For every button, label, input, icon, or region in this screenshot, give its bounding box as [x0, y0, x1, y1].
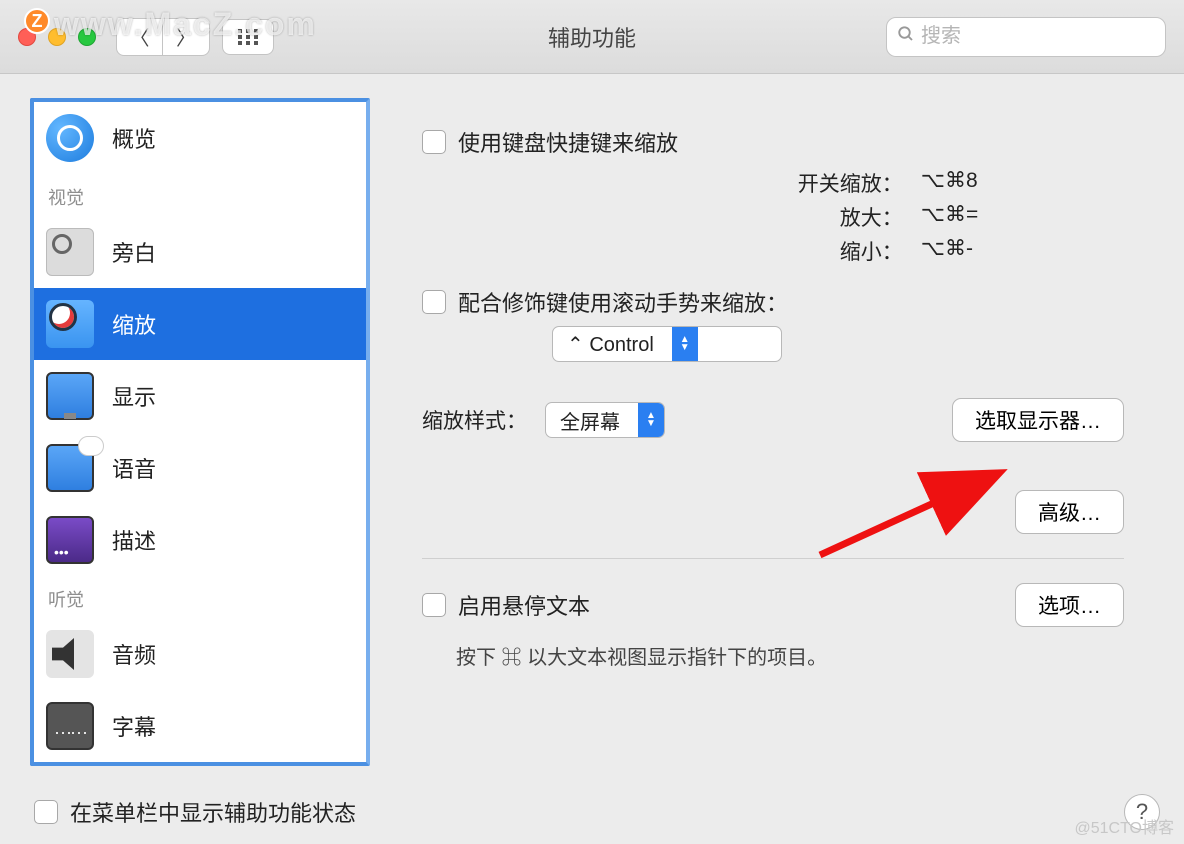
display-icon — [46, 372, 94, 420]
zoom-in-value: ⌥⌘= — [921, 202, 1124, 232]
zoom-icon — [46, 300, 94, 348]
sidebar-item-label: 概览 — [112, 122, 156, 154]
window-controls — [18, 28, 96, 46]
settings-pane: 使用键盘快捷键来缩放 开关缩放： ⌥⌘8 放大： ⌥⌘= 缩小： ⌥⌘- 配合修… — [392, 98, 1154, 766]
footer: 在菜单栏中显示辅助功能状态 ? — [34, 794, 1160, 830]
window-title: 辅助功能 — [548, 21, 636, 53]
descriptions-icon — [46, 516, 94, 564]
menubar-status-label: 在菜单栏中显示辅助功能状态 — [70, 796, 356, 828]
toolbar: 〈 〉 辅助功能 — [0, 0, 1184, 74]
zoom-style-label: 缩放样式： — [422, 405, 527, 435]
zoom-in-label: 放大： — [652, 202, 903, 232]
zoom-out-value: ⌥⌘- — [921, 236, 1124, 266]
help-button[interactable]: ? — [1124, 794, 1160, 830]
sidebar-item-label: 描述 — [112, 524, 156, 556]
sidebar-item-descriptions[interactable]: 描述 — [34, 504, 366, 576]
toggle-zoom-label: 开关缩放： — [652, 168, 903, 198]
close-window-button[interactable] — [18, 28, 36, 46]
search-input[interactable] — [921, 25, 1184, 48]
use-shortcuts-row: 使用键盘快捷键来缩放 — [422, 126, 1124, 158]
scroll-gesture-checkbox[interactable] — [422, 290, 446, 314]
use-shortcuts-checkbox[interactable] — [422, 130, 446, 154]
sidebar-item-captions[interactable]: 字幕 — [34, 690, 366, 762]
sidebar-item-overview[interactable]: 概览 — [34, 102, 366, 174]
sidebar-item-zoom[interactable]: 缩放 — [34, 288, 366, 360]
audio-icon — [46, 630, 94, 678]
zoom-style-dropdown[interactable]: 全屏幕 ▲▼ — [545, 402, 665, 438]
zoom-style-value: 全屏幕 — [546, 406, 638, 435]
nav-back-forward: 〈 〉 — [116, 18, 210, 56]
sidebar-item-label: 音频 — [112, 638, 156, 670]
modifier-key-dropdown[interactable]: ⌃ Control ▲▼ — [552, 326, 782, 362]
content-area: 概览 视觉 旁白 缩放 显示 语音 描述 听觉 音频 字幕 — [0, 74, 1184, 776]
sidebar[interactable]: 概览 视觉 旁白 缩放 显示 语音 描述 听觉 音频 字幕 — [30, 98, 370, 766]
sidebar-item-label: 字幕 — [112, 710, 156, 742]
options-button[interactable]: 选项… — [1015, 583, 1124, 627]
show-all-button[interactable] — [222, 19, 274, 55]
grid-icon — [238, 29, 258, 45]
sidebar-item-display[interactable]: 显示 — [34, 360, 366, 432]
scroll-gesture-row: 配合修饰键使用滚动手势来缩放： — [422, 286, 1124, 318]
sidebar-item-label: 旁白 — [112, 236, 156, 268]
sidebar-item-voiceover[interactable]: 旁白 — [34, 216, 366, 288]
advanced-button[interactable]: 高级… — [1015, 490, 1124, 534]
divider — [422, 558, 1124, 559]
sidebar-section-vision: 视觉 — [34, 174, 366, 216]
menubar-status-checkbox[interactable] — [34, 800, 58, 824]
shortcut-list: 开关缩放： ⌥⌘8 放大： ⌥⌘= 缩小： ⌥⌘- — [652, 168, 1124, 266]
sidebar-item-speech[interactable]: 语音 — [34, 432, 366, 504]
toggle-zoom-value: ⌥⌘8 — [921, 168, 1124, 198]
nav-back-button[interactable]: 〈 — [117, 19, 163, 55]
hover-text-hint: 按下 ⌘ 以大文本视图显示指针下的项目。 — [456, 641, 1124, 670]
sidebar-item-label: 语音 — [112, 452, 156, 484]
scroll-gesture-label: 配合修饰键使用滚动手势来缩放： — [458, 286, 788, 318]
nav-forward-button[interactable]: 〉 — [163, 19, 209, 55]
zoom-out-label: 缩小： — [652, 236, 903, 266]
search-field[interactable] — [886, 17, 1166, 57]
chevron-updown-icon: ▲▼ — [638, 403, 664, 437]
sidebar-item-label: 显示 — [112, 380, 156, 412]
hover-text-checkbox[interactable] — [422, 593, 446, 617]
fullscreen-window-button[interactable] — [78, 28, 96, 46]
minimize-window-button[interactable] — [48, 28, 66, 46]
choose-display-button[interactable]: 选取显示器… — [952, 398, 1124, 442]
modifier-key-value: ⌃ Control — [553, 332, 672, 357]
chevron-updown-icon: ▲▼ — [672, 327, 698, 361]
sidebar-item-label: 缩放 — [112, 308, 156, 340]
speech-icon — [46, 444, 94, 492]
captions-icon — [46, 702, 94, 750]
voiceover-icon — [46, 228, 94, 276]
sidebar-item-audio[interactable]: 音频 — [34, 618, 366, 690]
use-shortcuts-label: 使用键盘快捷键来缩放 — [458, 126, 678, 158]
search-icon — [897, 25, 915, 49]
sidebar-section-hearing: 听觉 — [34, 576, 366, 618]
accessibility-icon — [46, 114, 94, 162]
hover-text-label: 启用悬停文本 — [458, 589, 590, 621]
